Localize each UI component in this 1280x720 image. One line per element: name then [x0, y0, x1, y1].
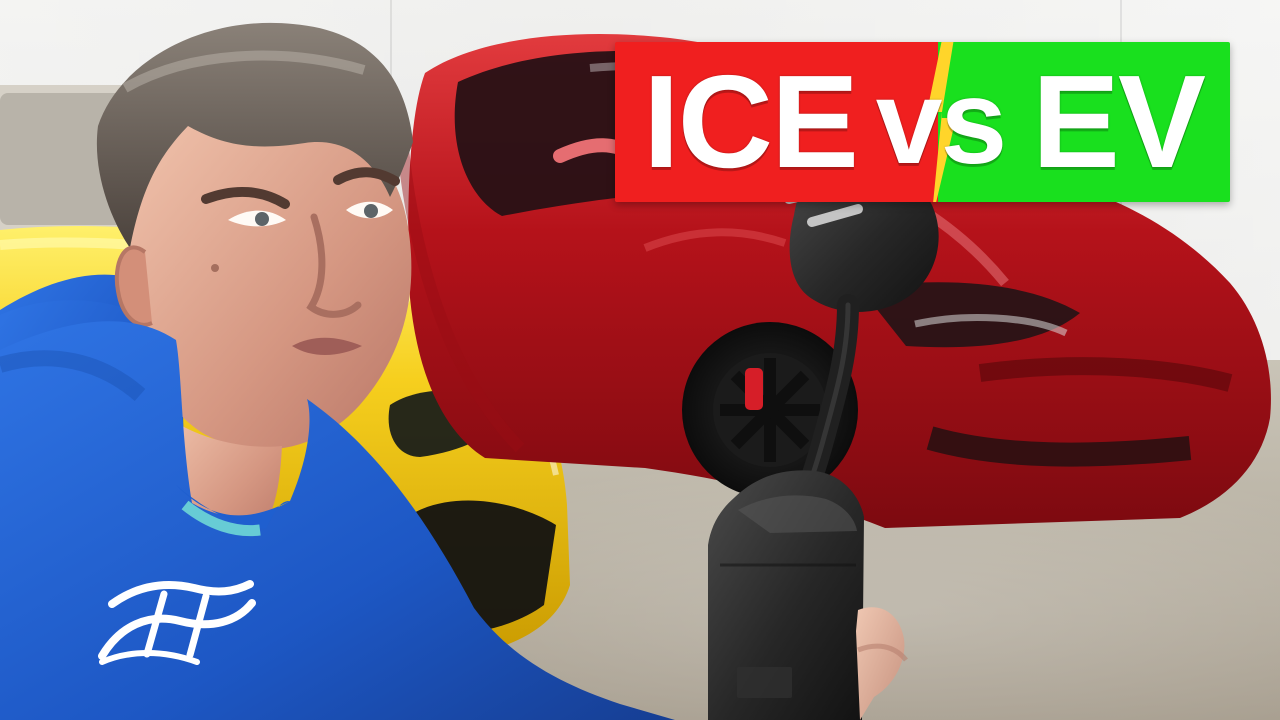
thumbnail-scene: ICE vs EV	[0, 0, 1280, 720]
title-text: ICE vs EV	[615, 56, 1230, 188]
title-ev: EV	[1031, 48, 1206, 195]
title-banner: ICE vs EV	[615, 42, 1230, 202]
title-vs: vs	[875, 55, 1007, 189]
title-ice: ICE	[643, 48, 859, 195]
ev-charging-adapter-plug	[708, 151, 939, 720]
